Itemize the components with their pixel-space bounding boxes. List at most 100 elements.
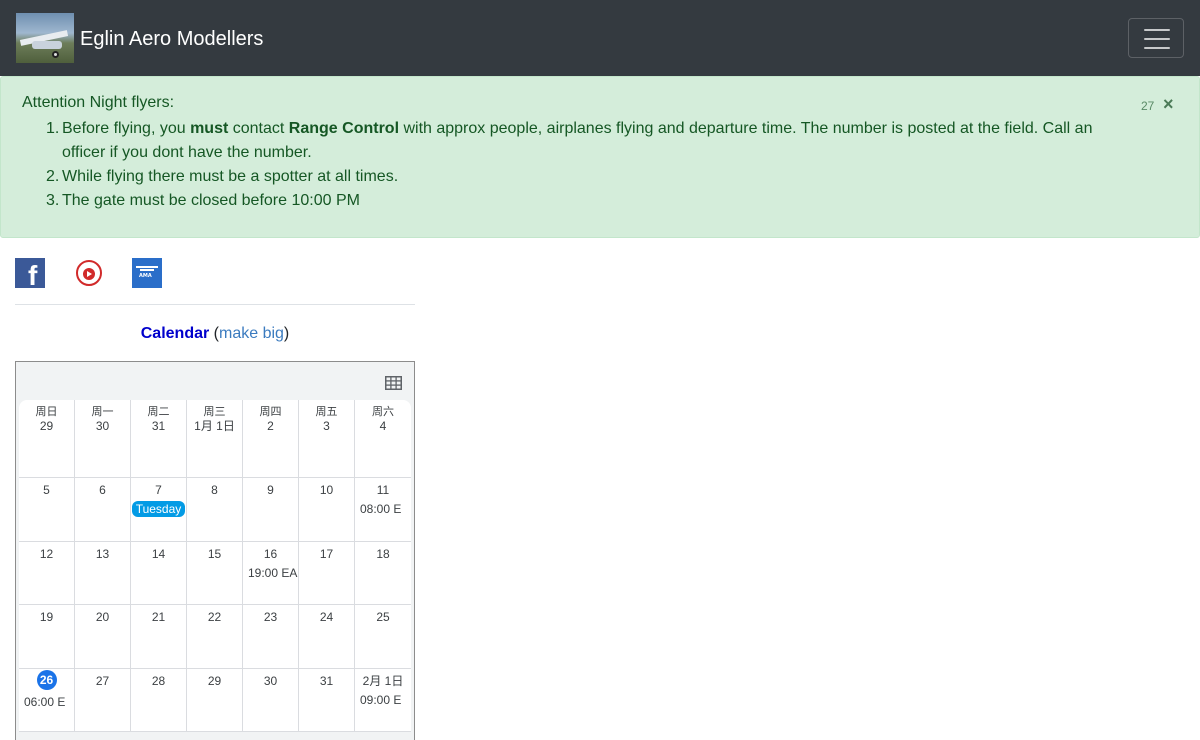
calendar-link[interactable]: Calendar [141,325,209,342]
calendar-month-grid: 周日 29 周一 30 周二 31 周三 1月 1日 周四 2 周五 3 周六 4 5 6 7 Tuesday 8 9… [19,400,411,732]
navbar-toggler-button[interactable] [1128,18,1184,58]
brand-name[interactable]: Eglin Aero Modellers [80,26,263,52]
calendar-day-cell[interactable]: 16 19:00 EA [243,541,299,604]
day-number[interactable]: 2月 1日 [355,674,411,688]
calendar-day-cell[interactable]: 7 Tuesday [131,478,187,541]
make-big-link[interactable]: make big [219,325,284,342]
alert-list: 1. Before flying, you must contact Range … [46,117,1106,213]
weekday-label: 周一 [91,406,114,418]
calendar-day-cell[interactable]: 21 [131,605,187,668]
calendar-day-cell[interactable]: 26 06:00 E [19,668,75,731]
calendar-event[interactable]: 08:00 E [355,502,411,516]
calendar-event-chip[interactable]: Tuesday [132,501,185,517]
day-number[interactable]: 13 [75,547,130,561]
calendar-day-cell[interactable]: 19 [19,605,75,668]
calendar-event[interactable]: 09:00 E [355,693,411,707]
day-number[interactable]: 29 [19,419,74,433]
day-number[interactable]: 5 [19,483,74,497]
day-number[interactable]: 28 [131,674,186,688]
brand-logo[interactable] [16,13,74,63]
calendar-day-cell[interactable]: 周四 2 [243,400,299,477]
calendar-day-cell[interactable]: 18 [355,542,411,605]
calendar-day-cell[interactable]: 10 [299,478,355,541]
facebook-icon[interactable]: f [15,258,45,291]
day-number[interactable]: 25 [355,610,411,624]
calendar-day-cell[interactable]: 周五 3 [299,400,355,477]
calendar-day-cell[interactable]: 13 [75,541,131,604]
day-number[interactable]: 6 [75,483,130,497]
close-icon[interactable]: × [1163,94,1174,115]
day-number[interactable]: 30 [75,419,130,433]
day-number[interactable]: 8 [187,483,242,497]
calendar-heading: Calendar (make big) [140,325,290,342]
day-number[interactable]: 9 [243,483,298,497]
day-number[interactable]: 14 [131,547,186,561]
calendar-event[interactable]: 19:00 EA [243,566,298,580]
day-number[interactable]: 2 [243,419,298,433]
day-number[interactable]: 21 [131,610,186,624]
youtube-icon[interactable] [75,259,103,287]
day-number[interactable]: 3 [299,419,354,433]
calendar-day-cell[interactable]: 周一 30 [75,400,131,477]
ama-icon[interactable]: AMA [132,258,162,288]
day-number[interactable]: 30 [243,674,298,688]
day-number[interactable]: 31 [131,419,186,433]
calendar-day-cell[interactable]: 12 [19,541,75,604]
calendar-week-row: 19 20 21 22 23 24 25 [19,605,411,669]
calendar-day-cell[interactable]: 8 [187,478,243,541]
day-number[interactable]: 15 [187,547,242,561]
calendar-day-cell[interactable]: 29 [187,668,243,731]
day-number[interactable]: 4 [355,419,411,433]
day-number[interactable]: 10 [299,483,354,497]
calendar-day-cell[interactable]: 27 [75,668,131,731]
day-number[interactable]: 7 [131,483,186,497]
grid-view-icon[interactable] [385,376,402,390]
day-number[interactable]: 16 [243,547,298,561]
calendar-day-cell[interactable]: 11 08:00 E [355,478,411,541]
calendar-day-cell[interactable]: 24 [299,605,355,668]
calendar-week-row: 12 13 14 15 16 19:00 EA 17 18 [19,541,411,605]
day-number[interactable]: 12 [19,547,74,561]
calendar-day-cell[interactable]: 14 [131,541,187,604]
navbar: Eglin Aero Modellers [0,0,1200,76]
calendar-day-cell[interactable]: 周三 1月 1日 [187,400,243,477]
calendar-day-cell[interactable]: 周六 4 [355,400,411,477]
day-number[interactable]: 23 [243,610,298,624]
weekday-label: 周五 [315,406,338,418]
calendar-day-cell[interactable]: 6 [75,478,131,541]
calendar-widget: 周日 29 周一 30 周二 31 周三 1月 1日 周四 2 周五 3 周六 4 5 6 7 Tuesday 8 9… [15,361,415,740]
day-number[interactable]: 11 [355,483,411,497]
day-number[interactable]: 24 [299,610,354,624]
calendar-day-cell[interactable]: 2月 1日 09:00 E [355,669,411,732]
day-number[interactable]: 27 [75,674,130,688]
alert-list-item: 3. The gate must be closed before 10:00 P… [46,192,360,209]
calendar-day-cell[interactable]: 15 [187,541,243,604]
day-number[interactable]: 18 [355,547,411,561]
divider [15,304,415,305]
calendar-day-cell[interactable]: 30 [243,668,299,731]
calendar-day-cell[interactable]: 20 [75,605,131,668]
calendar-day-cell[interactable]: 周日 29 [19,400,75,477]
calendar-day-cell[interactable]: 22 [187,605,243,668]
weekday-label: 周六 [372,406,394,418]
calendar-day-cell[interactable]: 31 [299,668,355,731]
day-number[interactable]: 17 [299,547,354,561]
calendar-day-cell[interactable]: 周二 31 [131,400,187,477]
calendar-day-cell[interactable]: 5 [19,478,75,541]
calendar-week-row: 周日 29 周一 30 周二 31 周三 1月 1日 周四 2 周五 3 周六 4 [19,400,411,478]
calendar-day-cell[interactable]: 17 [299,541,355,604]
day-number[interactable]: 1月 1日 [187,419,242,433]
calendar-day-cell[interactable]: 28 [131,668,187,731]
calendar-day-cell[interactable]: 25 [355,605,411,668]
day-number[interactable]: 20 [75,610,130,624]
day-number[interactable]: 22 [187,610,242,624]
day-number[interactable]: 31 [299,674,354,688]
calendar-day-cell[interactable]: 9 [243,478,299,541]
today-date[interactable]: 26 [36,669,57,690]
calendar-day-cell[interactable]: 23 [243,605,299,668]
weekday-label: 周三 [203,406,226,418]
day-number[interactable]: 19 [19,610,74,624]
day-number[interactable]: 29 [187,674,242,688]
alert-list-item: 1. Before flying, you must contact Range … [46,120,1093,161]
calendar-event[interactable]: 06:00 E [19,695,74,709]
